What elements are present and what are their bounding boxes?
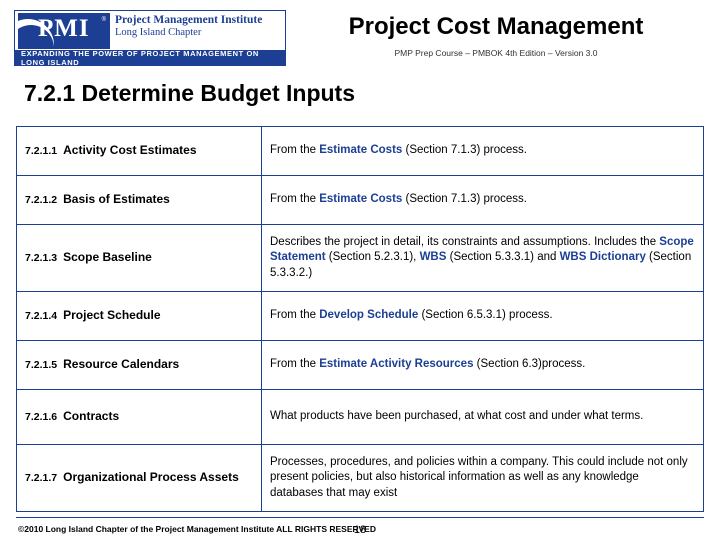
title-block: Project Cost Management PMP Prep Course … — [286, 13, 706, 59]
desc-pre: Processes, procedures, and policies with… — [270, 455, 688, 499]
desc-highlight: Estimate Activity Resources — [319, 358, 474, 371]
input-number: 7.2.1.5 — [25, 359, 58, 372]
pmi-logo-mark-icon: PMI ® — [18, 13, 110, 49]
input-number: 7.2.1.4 — [25, 310, 58, 323]
table-row: 7.2.1.2 Basis of Estimates From the Estim… — [16, 175, 704, 225]
input-label: Scope Baseline — [63, 250, 152, 265]
table-row: 7.2.1.4 Project Schedule From the Develop… — [16, 291, 704, 341]
slide-header: PMI ® Project Management Institute Long … — [0, 0, 720, 70]
table-cell-input-name: 7.2.1.5 Resource Calendars — [16, 340, 262, 390]
table-cell-description: What products have been purchased, at wh… — [261, 389, 704, 445]
desc-highlight: Estimate Costs — [319, 193, 403, 206]
page-subtitle: PMP Prep Course – PMBOK 4th Edition – Ve… — [394, 48, 598, 59]
logo-wordmark: Project Management Institute Long Island… — [115, 14, 262, 39]
desc-post: (Section 6.3)process. — [473, 358, 586, 371]
logo-line-institute: Project Management Institute — [115, 14, 263, 26]
desc-highlight: Develop Schedule — [319, 309, 419, 322]
table-cell-description: From the Develop Schedule (Section 6.5.3… — [261, 291, 704, 341]
table-cell-input-name: 7.2.1.1 Activity Cost Estimates — [16, 126, 262, 176]
table-cell-description: Processes, procedures, and policies with… — [261, 444, 704, 512]
desc-pre: Describes the project in detail, its con… — [270, 235, 660, 248]
table-row: 7.2.1.7 Organizational Process Assets Pro… — [16, 444, 704, 512]
footer-divider — [16, 517, 704, 518]
table-cell-input-name: 7.2.1.2 Basis of Estimates — [16, 175, 262, 225]
logo-tagline-bar: EXPANDING THE POWER OF PROJECT MANAGEMEN… — [15, 49, 285, 65]
table-cell-input-name: 7.2.1.7 Organizational Process Assets — [16, 444, 262, 512]
desc-post: (Section 7.1.3) process. — [402, 193, 527, 206]
input-label: Organizational Process Assets — [63, 470, 239, 485]
desc-highlight-2: WBS — [419, 251, 447, 264]
slide-heading: 7.2.1 Determine Budget Inputs — [24, 80, 356, 106]
input-label: Resource Calendars — [63, 357, 180, 372]
pmi-logo: PMI ® Project Management Institute Long … — [14, 10, 286, 66]
desc-highlight: Estimate Costs — [319, 144, 403, 157]
input-number: 7.2.1.6 — [25, 411, 58, 424]
table-cell-description: From the Estimate Costs (Section 7.1.3) … — [261, 126, 704, 176]
input-label: Contracts — [63, 409, 120, 424]
desc-pre: From the — [270, 144, 320, 157]
desc-highlight-3: WBS Dictionary — [559, 251, 646, 264]
table-cell-input-name: 7.2.1.4 Project Schedule — [16, 291, 262, 341]
input-number: 7.2.1.1 — [25, 145, 58, 158]
table-row: 7.2.1.5 Resource Calendars From the Estim… — [16, 340, 704, 390]
desc-pre: What products have been purchased, at wh… — [270, 410, 644, 423]
table-cell-description: From the Estimate Costs (Section 7.1.3) … — [261, 175, 704, 225]
inputs-table: 7.2.1.1 Activity Cost Estimates From the … — [16, 126, 704, 512]
input-label: Project Schedule — [63, 308, 161, 323]
logo-line-chapter: Long Island Chapter — [115, 27, 202, 39]
logo-mark-text: PMI — [38, 15, 90, 42]
input-number: 7.2.1.2 — [25, 194, 58, 207]
footer-page-number: 18 — [353, 524, 367, 536]
registered-mark-icon: ® — [101, 17, 106, 23]
table-cell-input-name: 7.2.1.3 Scope Baseline — [16, 224, 262, 292]
page-title: Project Cost Management — [348, 13, 644, 40]
desc-post: (Section 6.5.3.1) process. — [418, 309, 553, 322]
desc-pre: From the — [270, 309, 320, 322]
table-row: 7.2.1.1 Activity Cost Estimates From the … — [16, 126, 704, 176]
desc-mid: (Section 5.2.3.1), — [325, 251, 420, 264]
table-cell-input-name: 7.2.1.6 Contracts — [16, 389, 262, 445]
input-number: 7.2.1.7 — [25, 472, 58, 485]
input-label: Basis of Estimates — [63, 192, 170, 207]
input-number: 7.2.1.3 — [25, 252, 58, 265]
desc-mid-2: (Section 5.3.3.1) and — [446, 251, 560, 264]
inputs-table-body: 7.2.1.1 Activity Cost Estimates From the … — [16, 126, 704, 512]
desc-post: (Section 7.1.3) process. — [402, 144, 527, 157]
inputs-table-wrapper: 7.2.1.1 Activity Cost Estimates From the … — [16, 126, 704, 512]
table-cell-description: From the Estimate Activity Resources (Se… — [261, 340, 704, 390]
desc-pre: From the — [270, 358, 320, 371]
table-cell-description: Describes the project in detail, its con… — [261, 224, 704, 292]
logo-top-area: PMI ® Project Management Institute Long … — [15, 11, 285, 51]
input-label: Activity Cost Estimates — [63, 143, 197, 158]
desc-pre: From the — [270, 193, 320, 206]
table-row: 7.2.1.6 Contracts What products have been… — [16, 389, 704, 445]
table-row: 7.2.1.3 Scope Baseline Describes the proj… — [16, 224, 704, 292]
